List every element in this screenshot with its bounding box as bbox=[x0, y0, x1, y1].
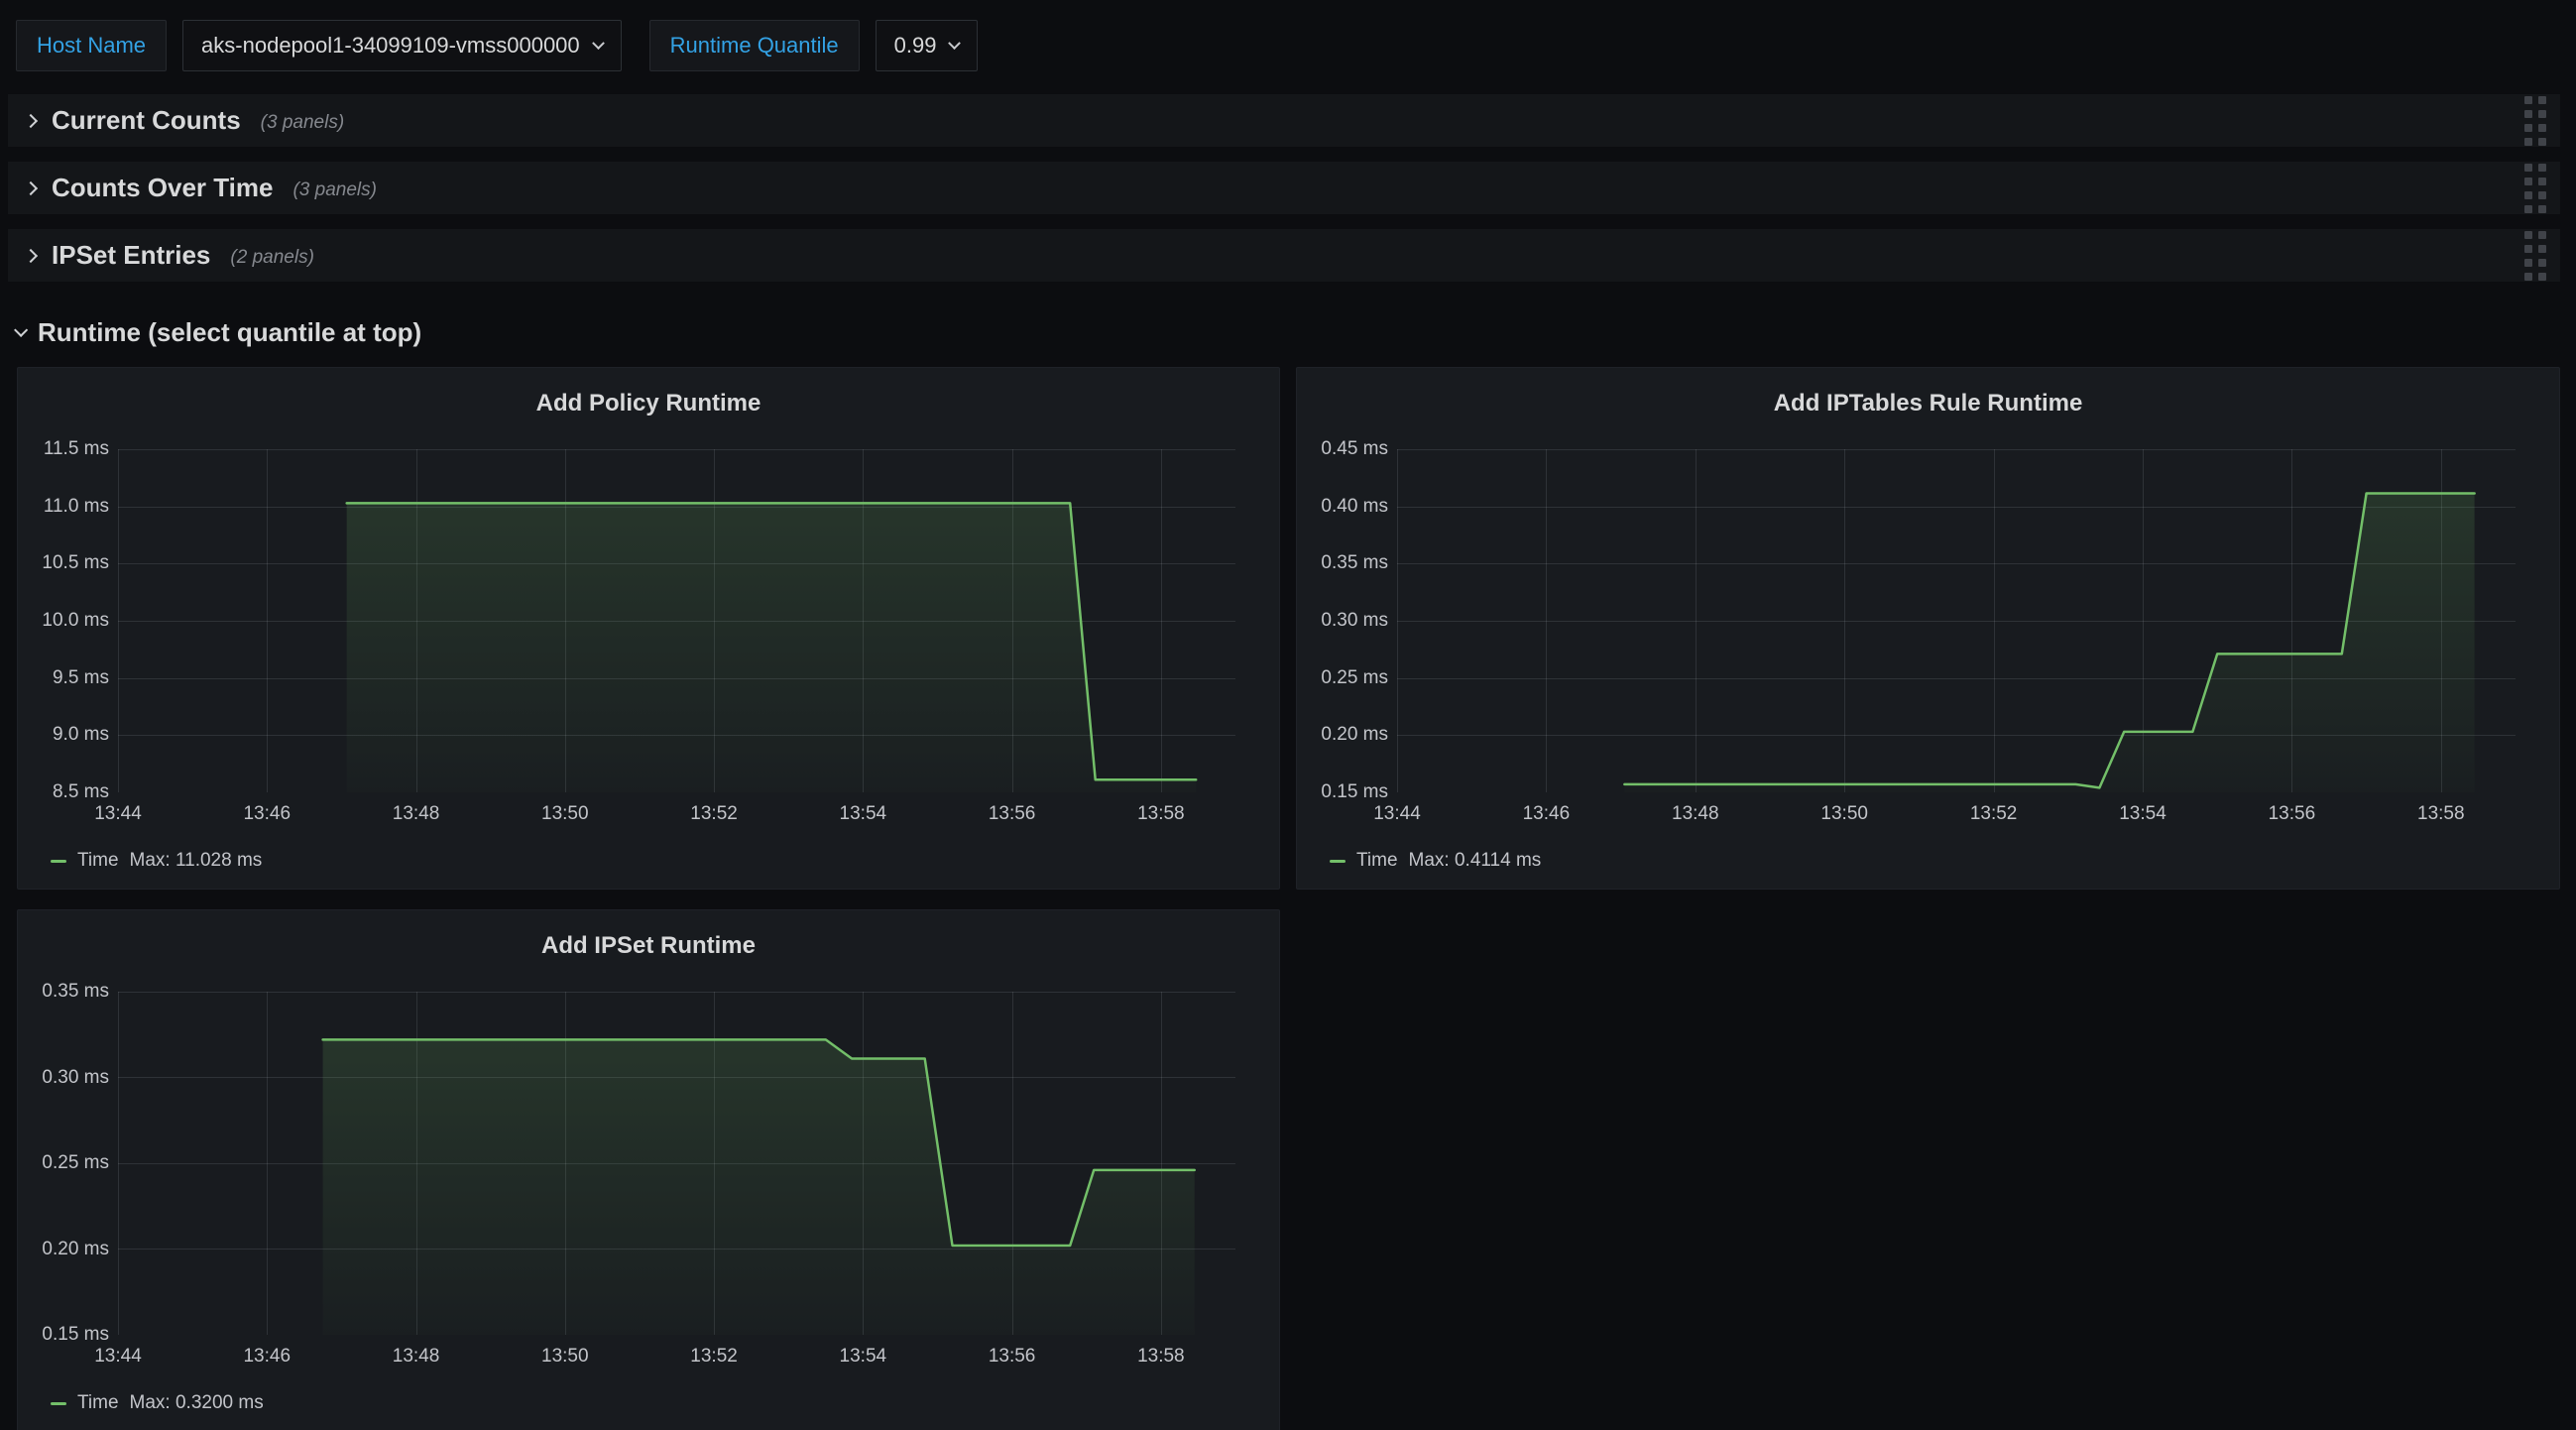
time-series-chart[interactable]: 0.45 ms 0.40 ms 0.35 ms 0.30 ms 0.25 ms 0.20 … bbox=[1297, 368, 2559, 889]
x-axis-tick-label: 13:48 bbox=[1651, 804, 1740, 824]
chevron-down-icon bbox=[14, 323, 28, 337]
chart-legend: Time Max: 0.4114 ms bbox=[1330, 850, 1541, 872]
x-axis-tick-label: 13:44 bbox=[1352, 804, 1442, 824]
row-title: Counts Over Time bbox=[52, 173, 273, 203]
x-axis-tick-label: 13:46 bbox=[222, 1347, 311, 1367]
y-axis-tick-label: 11.5 ms bbox=[20, 439, 109, 459]
x-axis-tick-label: 13:56 bbox=[968, 804, 1057, 824]
y-axis-tick-label: 9.0 ms bbox=[20, 725, 109, 745]
x-axis-tick-label: 13:48 bbox=[372, 1347, 461, 1367]
host-name-label: Host Name bbox=[16, 20, 167, 71]
y-axis-tick-label: 0.30 ms bbox=[1299, 611, 1388, 631]
y-axis-tick-label: 0.30 ms bbox=[20, 1068, 109, 1088]
plot-area[interactable] bbox=[1397, 449, 2516, 792]
row-ipset-entries[interactable]: IPSet Entries (2 panels) bbox=[8, 229, 2560, 282]
host-name-select[interactable]: aks-nodepool1-34099109-vmss000000 bbox=[182, 20, 622, 71]
legend-max-value: Max: 0.3200 ms bbox=[130, 1392, 264, 1414]
x-axis-tick-label: 13:56 bbox=[968, 1347, 1057, 1367]
series-color-dash-icon bbox=[1330, 860, 1346, 863]
y-axis-tick-label: 0.45 ms bbox=[1299, 439, 1388, 459]
series-color-dash-icon bbox=[51, 1402, 66, 1405]
runtime-quantile-label: Runtime Quantile bbox=[649, 20, 860, 71]
x-axis-tick-label: 13:58 bbox=[1116, 804, 1206, 824]
y-axis-tick-label: 0.35 ms bbox=[1299, 553, 1388, 573]
legend-max-value: Max: 11.028 ms bbox=[130, 850, 263, 872]
legend-max-value: Max: 0.4114 ms bbox=[1409, 850, 1542, 872]
y-axis-tick-label: 0.25 ms bbox=[1299, 668, 1388, 688]
x-axis-tick-label: 13:52 bbox=[669, 804, 759, 824]
host-name-variable: Host Name aks-nodepool1-34099109-vmss000… bbox=[16, 20, 622, 71]
chevron-right-icon bbox=[24, 113, 38, 127]
chart-legend: Time Max: 0.3200 ms bbox=[51, 1392, 264, 1414]
host-name-value: aks-nodepool1-34099109-vmss000000 bbox=[201, 33, 580, 59]
row-runtime[interactable]: Runtime (select quantile at top) bbox=[14, 315, 421, 349]
time-series-chart[interactable]: 11.5 ms 11.0 ms 10.5 ms 10.0 ms 9.5 ms 9.0 ms… bbox=[18, 368, 1279, 889]
x-axis-tick-label: 13:50 bbox=[1800, 804, 1889, 824]
y-axis-tick-label: 0.15 ms bbox=[20, 1325, 109, 1345]
row-current-counts[interactable]: Current Counts (3 panels) bbox=[8, 94, 2560, 147]
x-axis-tick-label: 13:50 bbox=[521, 804, 610, 824]
time-series-chart[interactable]: 0.35 ms 0.30 ms 0.25 ms 0.20 ms 0.15 ms13:44… bbox=[18, 910, 1279, 1430]
row-title: Runtime (select quantile at top) bbox=[38, 317, 421, 348]
y-axis-tick-label: 0.15 ms bbox=[1299, 782, 1388, 802]
series-color-dash-icon bbox=[51, 860, 66, 863]
dashboard-submenu: Host Name aks-nodepool1-34099109-vmss000… bbox=[16, 20, 978, 71]
y-axis-tick-label: 0.25 ms bbox=[20, 1153, 109, 1173]
chevron-down-icon bbox=[592, 37, 605, 50]
x-axis-tick-label: 13:54 bbox=[2098, 804, 2187, 824]
x-axis-tick-label: 13:54 bbox=[818, 804, 907, 824]
y-axis-tick-label: 0.20 ms bbox=[20, 1240, 109, 1259]
row-drag-handle-icon[interactable] bbox=[2524, 96, 2546, 146]
x-axis-tick-label: 13:46 bbox=[222, 804, 311, 824]
runtime-quantile-variable: Runtime Quantile 0.99 bbox=[649, 20, 979, 71]
row-title: IPSet Entries bbox=[52, 240, 210, 271]
legend-series-label[interactable]: Time bbox=[77, 850, 119, 872]
runtime-quantile-value: 0.99 bbox=[894, 33, 937, 59]
y-axis-tick-label: 10.5 ms bbox=[20, 553, 109, 573]
panel-add-iptables-rule-runtime: Add IPTables Rule Runtime 0.45 ms0.40 ms… bbox=[1296, 367, 2560, 890]
row-title: Current Counts bbox=[52, 105, 241, 136]
chevron-down-icon bbox=[949, 37, 962, 50]
row-counts-over-time[interactable]: Counts Over Time (3 panels) bbox=[8, 162, 2560, 214]
row-panel-count: (3 panels) bbox=[293, 176, 377, 201]
x-axis-tick-label: 13:58 bbox=[2397, 804, 2486, 824]
plot-area[interactable] bbox=[118, 449, 1235, 792]
chart-legend: Time Max: 11.028 ms bbox=[51, 850, 262, 872]
x-axis-tick-label: 13:56 bbox=[2247, 804, 2336, 824]
runtime-quantile-select[interactable]: 0.99 bbox=[876, 20, 979, 71]
x-axis-tick-label: 13:50 bbox=[521, 1347, 610, 1367]
x-axis-tick-label: 13:54 bbox=[818, 1347, 907, 1367]
panel-add-ipset-runtime: Add IPSet Runtime 0.35 ms0.30 ms0.25 ms0… bbox=[17, 909, 1280, 1430]
x-axis-tick-label: 13:52 bbox=[669, 1347, 759, 1367]
x-axis-tick-label: 13:52 bbox=[1949, 804, 2039, 824]
row-panel-count: (2 panels) bbox=[230, 243, 314, 269]
y-axis-tick-label: 0.35 ms bbox=[20, 982, 109, 1002]
y-axis-tick-label: 11.0 ms bbox=[20, 497, 109, 517]
legend-series-label[interactable]: Time bbox=[1356, 850, 1398, 872]
chevron-right-icon bbox=[24, 248, 38, 262]
legend-series-label[interactable]: Time bbox=[77, 1392, 119, 1414]
x-axis-tick-label: 13:58 bbox=[1116, 1347, 1206, 1367]
y-axis-tick-label: 10.0 ms bbox=[20, 611, 109, 631]
grafana-dashboard: Host Name aks-nodepool1-34099109-vmss000… bbox=[0, 0, 2576, 1430]
y-axis-tick-label: 0.40 ms bbox=[1299, 497, 1388, 517]
y-axis-tick-label: 0.20 ms bbox=[1299, 725, 1388, 745]
x-axis-tick-label: 13:44 bbox=[73, 1347, 163, 1367]
row-drag-handle-icon[interactable] bbox=[2524, 231, 2546, 281]
panel-add-policy-runtime: Add Policy Runtime 11.5 ms11.0 ms10.5 ms… bbox=[17, 367, 1280, 890]
x-axis-tick-label: 13:44 bbox=[73, 804, 163, 824]
y-axis-tick-label: 8.5 ms bbox=[20, 782, 109, 802]
plot-area[interactable] bbox=[118, 992, 1235, 1335]
row-panel-count: (3 panels) bbox=[261, 108, 345, 134]
x-axis-tick-label: 13:48 bbox=[372, 804, 461, 824]
y-axis-tick-label: 9.5 ms bbox=[20, 668, 109, 688]
row-drag-handle-icon[interactable] bbox=[2524, 164, 2546, 213]
chevron-right-icon bbox=[24, 180, 38, 194]
x-axis-tick-label: 13:46 bbox=[1501, 804, 1590, 824]
